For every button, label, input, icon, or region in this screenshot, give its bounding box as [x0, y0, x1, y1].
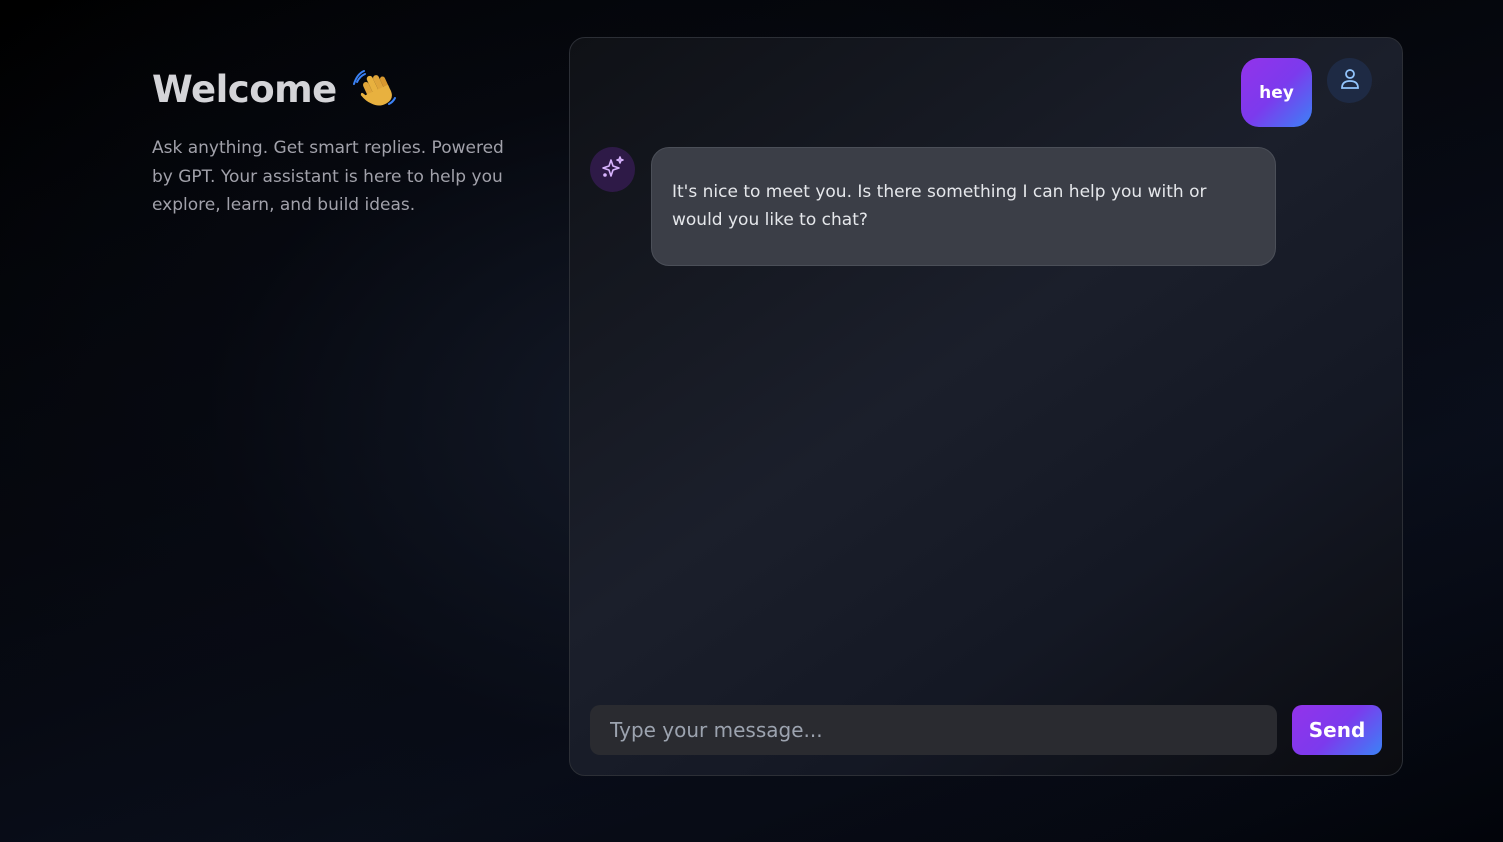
welcome-description: Ask anything. Get smart replies. Powered… [152, 138, 504, 215]
waving-hand-icon [352, 68, 397, 112]
welcome-title: Welcome [152, 68, 337, 111]
user-icon [1340, 68, 1360, 94]
message-input[interactable] [590, 705, 1277, 755]
user-avatar [1327, 58, 1372, 103]
assistant-message-row: It's nice to meet you. Is there somethin… [590, 147, 1276, 266]
sparkles-icon [600, 155, 626, 185]
welcome-section: Welcome Ask anything. Get smart replies.… [152, 68, 512, 220]
assistant-message-bubble: It's nice to meet you. Is there somethin… [651, 147, 1276, 266]
send-button[interactable]: Send [1292, 705, 1382, 755]
message-composer: Send [590, 705, 1382, 755]
user-message-row: hey [1241, 58, 1372, 127]
user-message-bubble: hey [1241, 58, 1312, 127]
chat-panel: hey It's nice to meet you. Is there some… [569, 37, 1403, 776]
welcome-heading: Welcome [152, 68, 512, 112]
assistant-avatar [590, 147, 635, 192]
